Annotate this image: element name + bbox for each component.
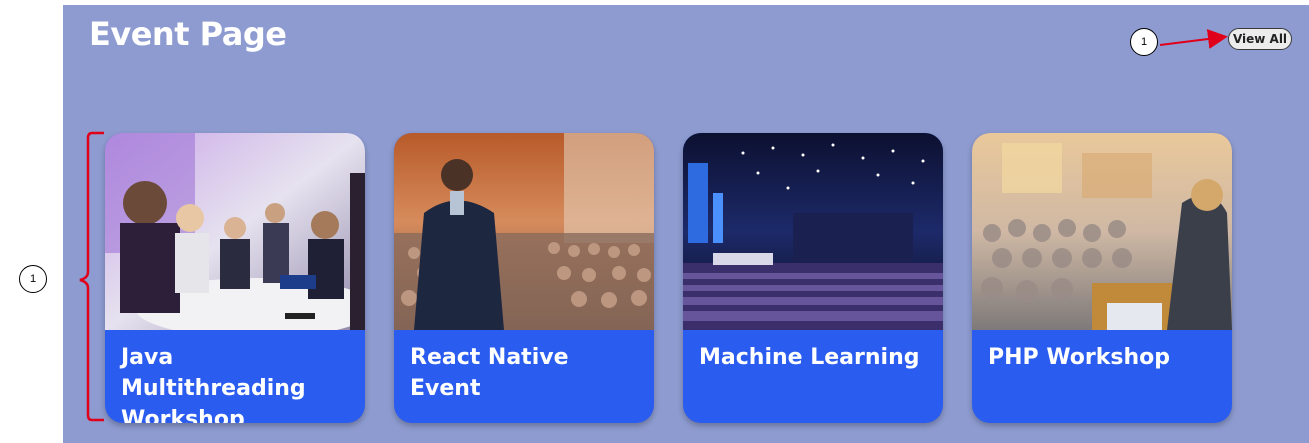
event-page-panel: Event Page View All Java Multithreading … <box>63 5 1309 443</box>
screenshot-stage: Event Page View All Java Multithreading … <box>0 0 1309 443</box>
event-card-react-native[interactable]: React Native Event <box>394 133 654 423</box>
event-photo-presenter <box>972 133 1232 330</box>
event-title: Java Multithreading Workshop <box>121 345 306 423</box>
event-title: PHP Workshop <box>988 345 1171 370</box>
view-all-button[interactable]: View All <box>1228 28 1292 50</box>
event-card-php-workshop[interactable]: PHP Workshop <box>972 133 1232 423</box>
event-title: React Native Event <box>410 345 569 401</box>
page-title: Event Page <box>89 15 287 53</box>
event-photo-auditorium <box>683 133 943 330</box>
event-card-java-multithreading[interactable]: Java Multithreading Workshop <box>105 133 365 423</box>
event-card-machine-learning[interactable]: Machine Learning <box>683 133 943 423</box>
event-photo-meeting <box>105 133 365 330</box>
event-title: Machine Learning <box>699 345 920 370</box>
event-photo-speaker <box>394 133 654 330</box>
annotation-callout-top: 1 <box>1130 28 1158 56</box>
annotation-callout-left: 1 <box>19 265 47 293</box>
